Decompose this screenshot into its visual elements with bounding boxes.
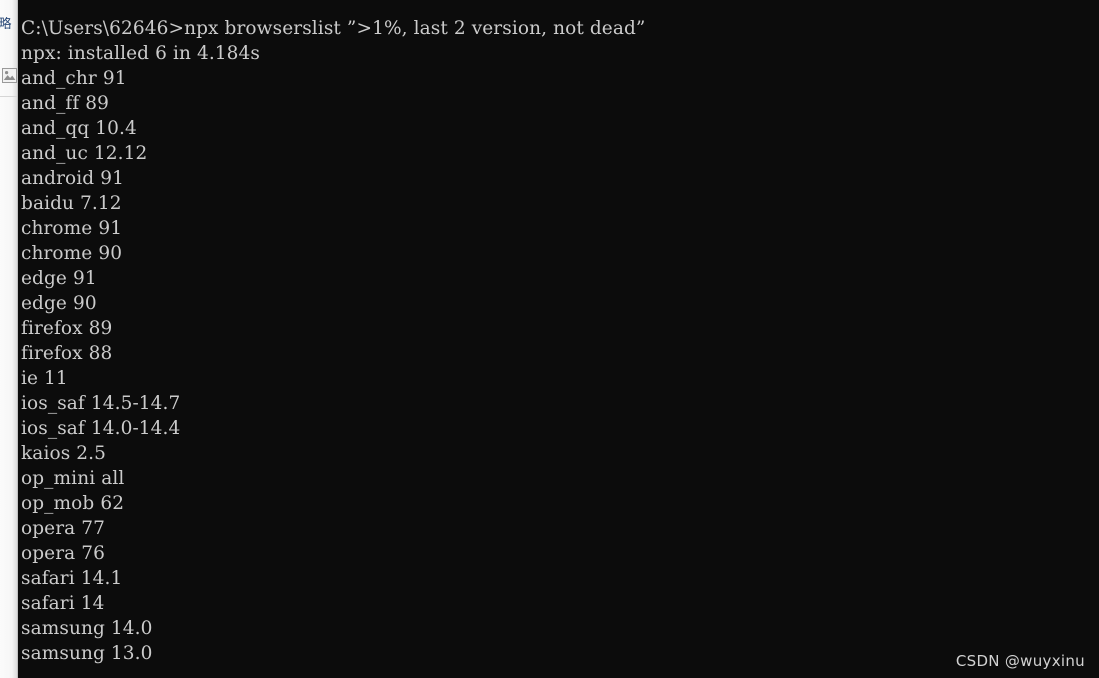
browser-entry: and_ff 89 [21, 93, 110, 114]
browser-entry: samsung 13.0 [21, 643, 153, 664]
broken-image-icon [2, 68, 17, 83]
csdn-watermark: CSDN @wuyxinu [955, 652, 1085, 670]
left-panel-divider [0, 96, 17, 97]
browser-entry: ios_saf 14.5-14.7 [21, 393, 181, 414]
left-panel-surface [0, 0, 17, 678]
browser-entry: android 91 [21, 168, 124, 189]
browser-entry: ios_saf 14.0-14.4 [21, 418, 181, 439]
console-window: 百略 C:\Users\62646>npx browserslist ”>1%,… [0, 0, 1099, 678]
browser-entry: opera 76 [21, 543, 106, 564]
terminal-prompt-line: C:\Users\62646>npx browserslist ”>1%, la… [21, 18, 646, 39]
browser-entry: baidu 7.12 [21, 193, 122, 214]
browser-entry: kaios 2.5 [21, 443, 106, 464]
browser-entry: chrome 90 [21, 243, 123, 264]
browser-entry: edge 91 [21, 268, 97, 289]
browser-entry: firefox 88 [21, 343, 113, 364]
browser-entry: op_mini all [21, 468, 125, 489]
terminal-install-line: npx: installed 6 in 4.184s [21, 43, 261, 64]
browser-entry: and_qq 10.4 [21, 118, 137, 139]
browser-entry: edge 90 [21, 293, 97, 314]
browser-entry: and_uc 12.12 [21, 143, 148, 164]
terminal-output-area[interactable]: C:\Users\62646>npx browserslist ”>1%, la… [18, 0, 1099, 678]
browser-entry: chrome 91 [21, 218, 123, 239]
browser-entry: and_chr 91 [21, 68, 127, 89]
browser-entry: samsung 14.0 [21, 618, 153, 639]
browser-entry: firefox 89 [21, 318, 113, 339]
browser-entry: op_mob 62 [21, 493, 125, 514]
browser-entry: opera 77 [21, 518, 106, 539]
browser-entry: safari 14 [21, 593, 105, 614]
browser-entry: safari 14.1 [21, 568, 123, 589]
left-clipped-panel: 百略 [0, 0, 18, 678]
clipped-text-fragment: 百略 [0, 17, 12, 32]
browser-entry: ie 11 [21, 368, 68, 389]
